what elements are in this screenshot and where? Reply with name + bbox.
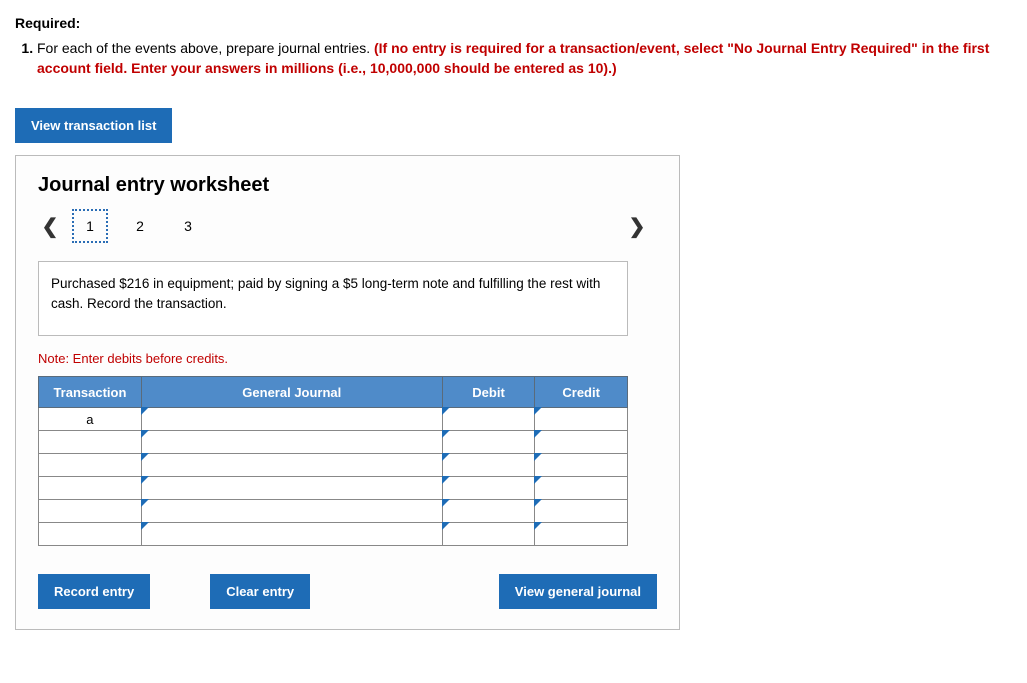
table-row: a [39, 408, 628, 431]
cell-transaction [39, 431, 142, 454]
header-debit: Debit [442, 377, 535, 408]
worksheet-panel: Journal entry worksheet ❮ 1 2 3 ❯ Purcha… [15, 155, 680, 630]
cell-general-journal[interactable] [141, 454, 442, 477]
cell-general-journal[interactable] [141, 523, 442, 546]
cell-transaction: a [39, 408, 142, 431]
cell-credit[interactable] [535, 523, 628, 546]
page-button-2[interactable]: 2 [124, 211, 156, 241]
cell-general-journal[interactable] [141, 408, 442, 431]
record-entry-button[interactable]: Record entry [38, 574, 150, 609]
table-row [39, 454, 628, 477]
cell-general-journal[interactable] [141, 431, 442, 454]
header-general-journal: General Journal [141, 377, 442, 408]
table-row [39, 431, 628, 454]
cell-transaction [39, 477, 142, 500]
cell-credit[interactable] [535, 431, 628, 454]
chevron-left-icon[interactable]: ❮ [38, 214, 62, 239]
cell-general-journal[interactable] [141, 500, 442, 523]
cell-transaction [39, 500, 142, 523]
cell-debit[interactable] [442, 477, 535, 500]
table-row [39, 523, 628, 546]
cell-general-journal[interactable] [141, 477, 442, 500]
chevron-right-icon[interactable]: ❯ [625, 214, 649, 239]
cell-credit[interactable] [535, 454, 628, 477]
note-debits-before-credits: Note: Enter debits before credits. [38, 351, 657, 366]
worksheet-title: Journal entry worksheet [38, 174, 657, 197]
pager-row: ❮ 1 2 3 ❯ [38, 209, 657, 243]
transaction-prompt: Purchased $216 in equipment; paid by sig… [38, 261, 628, 336]
cell-debit[interactable] [442, 523, 535, 546]
cell-debit[interactable] [442, 431, 535, 454]
header-credit: Credit [535, 377, 628, 408]
cell-debit[interactable] [442, 454, 535, 477]
cell-credit[interactable] [535, 477, 628, 500]
cell-debit[interactable] [442, 500, 535, 523]
cell-transaction [39, 454, 142, 477]
page-button-3[interactable]: 3 [172, 211, 204, 241]
table-row [39, 477, 628, 500]
clear-entry-button[interactable]: Clear entry [210, 574, 310, 609]
problem-prefix: For each of the events above, prepare jo… [37, 40, 374, 56]
page-button-1[interactable]: 1 [72, 209, 108, 243]
problem-list: For each of the events above, prepare jo… [15, 39, 1012, 78]
problem-item-1: For each of the events above, prepare jo… [37, 39, 1012, 78]
cell-debit[interactable] [442, 408, 535, 431]
table-row [39, 500, 628, 523]
button-row: Record entry Clear entry View general jo… [38, 574, 657, 609]
view-transaction-list-button[interactable]: View transaction list [15, 108, 172, 143]
view-general-journal-button[interactable]: View general journal [499, 574, 657, 609]
cell-credit[interactable] [535, 500, 628, 523]
cell-transaction [39, 523, 142, 546]
required-heading: Required: [15, 15, 1012, 31]
journal-table: Transaction General Journal Debit Credit… [38, 376, 628, 546]
header-transaction: Transaction [39, 377, 142, 408]
cell-credit[interactable] [535, 408, 628, 431]
